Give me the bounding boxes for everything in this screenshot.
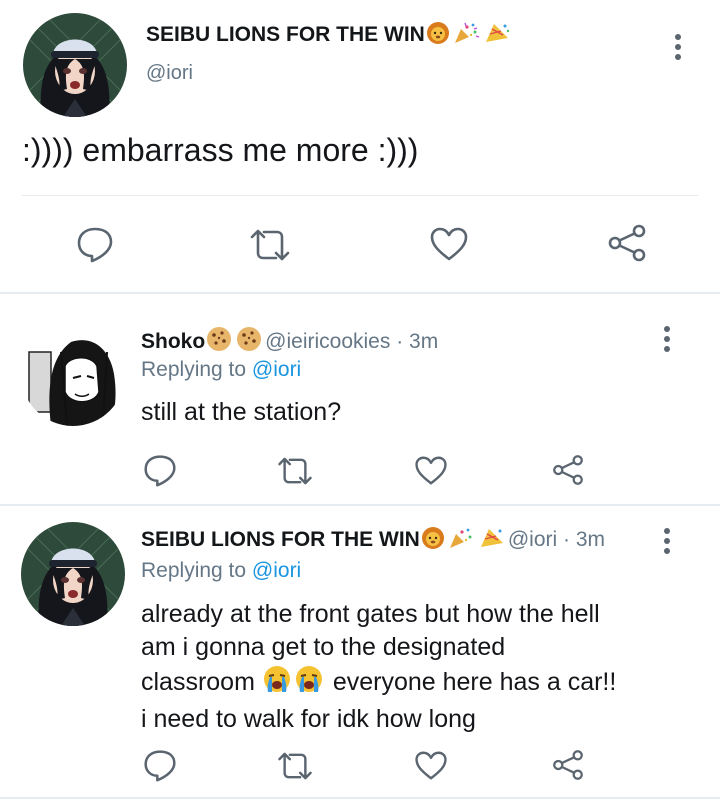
- replying-to: Replying to @iori: [141, 358, 301, 382]
- tweet-text: :)))) embarrass me more :))): [22, 132, 419, 168]
- replying-handle-link[interactable]: @iori: [252, 559, 301, 582]
- tweet-text-line: i need to walk for idk how long: [141, 705, 476, 733]
- reply-icon[interactable]: [76, 225, 114, 263]
- display-name[interactable]: Shoko @ieiricookies · 3m: [141, 326, 438, 358]
- party-popper-emoji: [483, 21, 511, 51]
- more-options-icon[interactable]: [661, 528, 673, 558]
- display-name-text: SEIBU LIONS FOR THE WIN: [141, 528, 420, 551]
- divider: [22, 195, 698, 196]
- like-icon[interactable]: [414, 455, 448, 486]
- retweet-icon[interactable]: [248, 227, 292, 263]
- tweet-text-segment: classroom: [141, 668, 255, 696]
- avatar[interactable]: [21, 522, 125, 626]
- lion-face-emoji: [425, 21, 451, 51]
- avatar[interactable]: [23, 13, 127, 117]
- replying-label: Replying to: [141, 559, 247, 582]
- cookie-emoji: [235, 326, 263, 358]
- timestamp[interactable]: · 3m: [563, 528, 605, 551]
- share-icon[interactable]: [606, 223, 648, 263]
- party-popper-emoji: [448, 526, 476, 556]
- reply-icon[interactable]: [143, 453, 177, 487]
- replying-label: Replying to: [141, 358, 247, 381]
- share-icon[interactable]: [551, 453, 585, 487]
- handle[interactable]: @iori: [508, 528, 557, 551]
- divider: [0, 504, 720, 506]
- handle[interactable]: @iori: [146, 62, 193, 85]
- display-name[interactable]: SEIBU LIONS FOR THE WIN: [146, 21, 513, 51]
- tweet-text: already at the front gates but how the h…: [141, 598, 616, 736]
- replying-to: Replying to @iori: [141, 559, 301, 583]
- display-name[interactable]: SEIBU LIONS FOR THE WIN @iori · 3m: [141, 526, 605, 556]
- timestamp[interactable]: · 3m: [396, 330, 438, 353]
- lion-face-emoji: [420, 526, 446, 556]
- party-popper-emoji: [453, 21, 481, 51]
- like-icon[interactable]: [414, 750, 448, 781]
- retweet-icon[interactable]: [276, 750, 314, 782]
- tweet-text-line: classroom everyone here has a car!!: [141, 664, 616, 703]
- more-options-icon[interactable]: [672, 34, 684, 64]
- display-name-text: Shoko: [141, 330, 206, 353]
- share-icon[interactable]: [551, 748, 585, 782]
- handle[interactable]: @ieiricookies: [265, 330, 390, 353]
- loudly-crying-face-emoji: [294, 664, 324, 703]
- tweet-text-line: am i gonna get to the designated: [141, 633, 506, 661]
- reply-icon[interactable]: [143, 748, 177, 782]
- tweet-text-line: already at the front gates but how the h…: [141, 600, 600, 628]
- more-options-icon[interactable]: [661, 326, 673, 356]
- display-name-text: SEIBU LIONS FOR THE WIN: [146, 23, 425, 46]
- loudly-crying-face-emoji: [262, 664, 292, 703]
- divider: [0, 797, 720, 799]
- party-popper-emoji: [478, 526, 506, 556]
- avatar[interactable]: [21, 322, 125, 426]
- retweet-icon[interactable]: [276, 455, 314, 487]
- cookie-emoji: [205, 326, 233, 358]
- tweet-text: still at the station?: [141, 398, 342, 426]
- like-icon[interactable]: [429, 226, 469, 262]
- divider: [0, 292, 720, 294]
- replying-handle-link[interactable]: @iori: [252, 358, 301, 381]
- tweet-text-segment: everyone here has a car!!: [332, 668, 617, 696]
